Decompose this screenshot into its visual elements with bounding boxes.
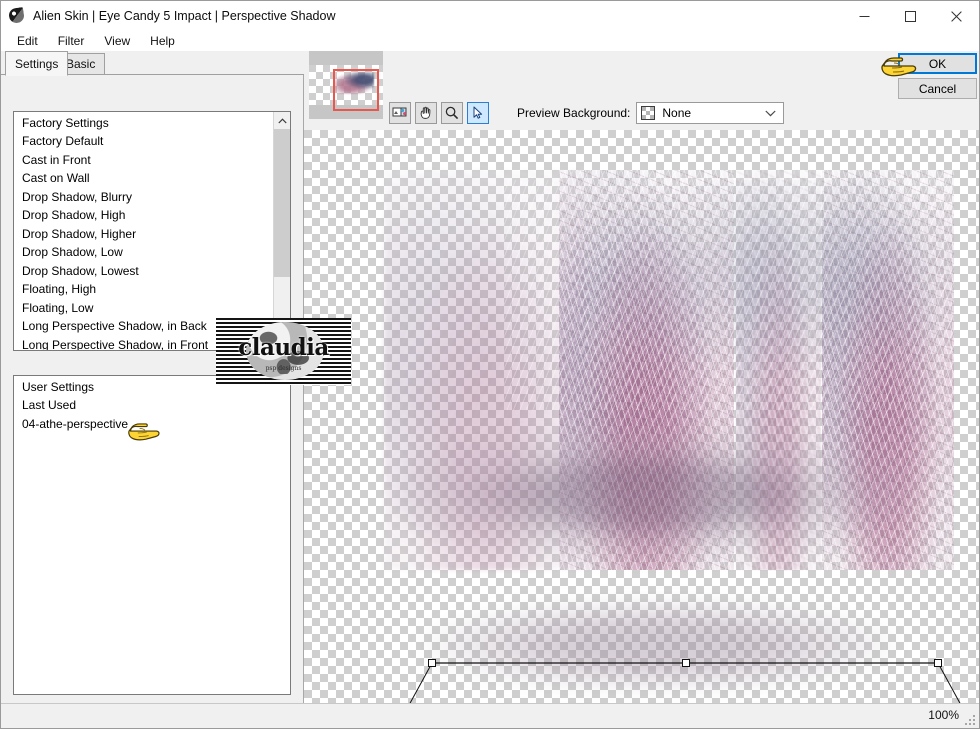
cancel-button[interactable]: Cancel: [898, 78, 977, 99]
preview-canvas[interactable]: [304, 130, 979, 703]
list-item[interactable]: Cast on Wall: [14, 169, 290, 188]
preview-background-value: None: [662, 106, 692, 120]
list-item[interactable]: Drop Shadow, Low: [14, 243, 290, 262]
preview-compare-tool-icon[interactable]: [389, 102, 411, 124]
list-item[interactable]: Floating, Low: [14, 299, 290, 318]
navigator-band-top: [309, 51, 383, 65]
hand-pan-tool-icon[interactable]: [415, 102, 437, 124]
alien-skin-icon: [8, 7, 25, 24]
preview-background-dropdown[interactable]: None: [636, 102, 785, 124]
tab-strip: Settings Basic: [1, 51, 304, 76]
transparency-swatch-icon: [641, 106, 656, 120]
claudia-watermark: claudia psp designs: [216, 318, 351, 385]
preview-region: Preview Background: None: [304, 51, 979, 703]
menu-bar: Edit Filter View Help: [1, 31, 979, 51]
tab-settings[interactable]: Settings: [5, 51, 69, 76]
window-controls: [841, 1, 979, 31]
factory-settings-header: Factory Settings: [22, 116, 109, 130]
close-button[interactable]: [933, 1, 979, 31]
zoom-magnifier-tool-icon[interactable]: [441, 102, 463, 124]
watermark-text: claudia: [238, 334, 329, 361]
chevron-up-icon[interactable]: [274, 112, 290, 129]
list-item[interactable]: Drop Shadow, Blurry: [14, 188, 290, 207]
list-item[interactable]: Last Used: [14, 396, 290, 415]
preview-toolbar: Preview Background: None: [389, 102, 785, 124]
list-item[interactable]: Drop Shadow, Higher: [14, 225, 290, 244]
menu-view[interactable]: View: [94, 32, 140, 50]
ok-button[interactable]: OK: [898, 53, 977, 74]
minimize-button[interactable]: [841, 1, 887, 31]
settings-panel-body: Factory Settings Factory Default Cast in…: [1, 75, 304, 703]
menu-filter[interactable]: Filter: [48, 32, 95, 50]
application-window: Alien Skin | Eye Candy 5 Impact | Perspe…: [0, 0, 980, 729]
watermark-subtext: psp designs: [265, 365, 302, 372]
list-item[interactable]: Floating, High: [14, 280, 290, 299]
window-title: Alien Skin | Eye Candy 5 Impact | Perspe…: [33, 9, 336, 23]
navigator-viewport-rect[interactable]: [333, 69, 379, 111]
chevron-down-icon[interactable]: [765, 106, 777, 120]
menu-help[interactable]: Help: [140, 32, 185, 50]
resize-grip-icon[interactable]: [964, 714, 976, 726]
selected-preset-label: 04-athe-perspective: [22, 416, 129, 431]
perspective-control-widget[interactable]: [304, 130, 979, 703]
menu-edit[interactable]: Edit: [7, 32, 48, 50]
user-settings-list[interactable]: User Settings Last Used 04-athe-perspect…: [13, 375, 291, 695]
maximize-button[interactable]: [887, 1, 933, 31]
list-item[interactable]: Cast in Front: [14, 151, 290, 170]
arrow-select-tool-icon[interactable]: [467, 102, 489, 124]
preview-background-label: Preview Background:: [517, 106, 631, 120]
list-item[interactable]: Drop Shadow, High: [14, 206, 290, 225]
scrollbar-thumb[interactable]: [274, 129, 290, 277]
zoom-level-label: 100%: [928, 708, 959, 722]
factory-list-scrollbar[interactable]: [273, 112, 290, 350]
list-item[interactable]: Drop Shadow, Lowest: [14, 262, 290, 281]
list-item-selected-preset[interactable]: 04-athe-perspective: [14, 415, 290, 434]
status-bar: 100%: [1, 703, 979, 728]
factory-settings-list[interactable]: Factory Settings Factory Default Cast in…: [13, 111, 291, 351]
navigator-thumbnail[interactable]: [309, 51, 383, 119]
title-bar: Alien Skin | Eye Candy 5 Impact | Perspe…: [1, 1, 979, 31]
list-item[interactable]: Factory Default: [14, 132, 290, 151]
